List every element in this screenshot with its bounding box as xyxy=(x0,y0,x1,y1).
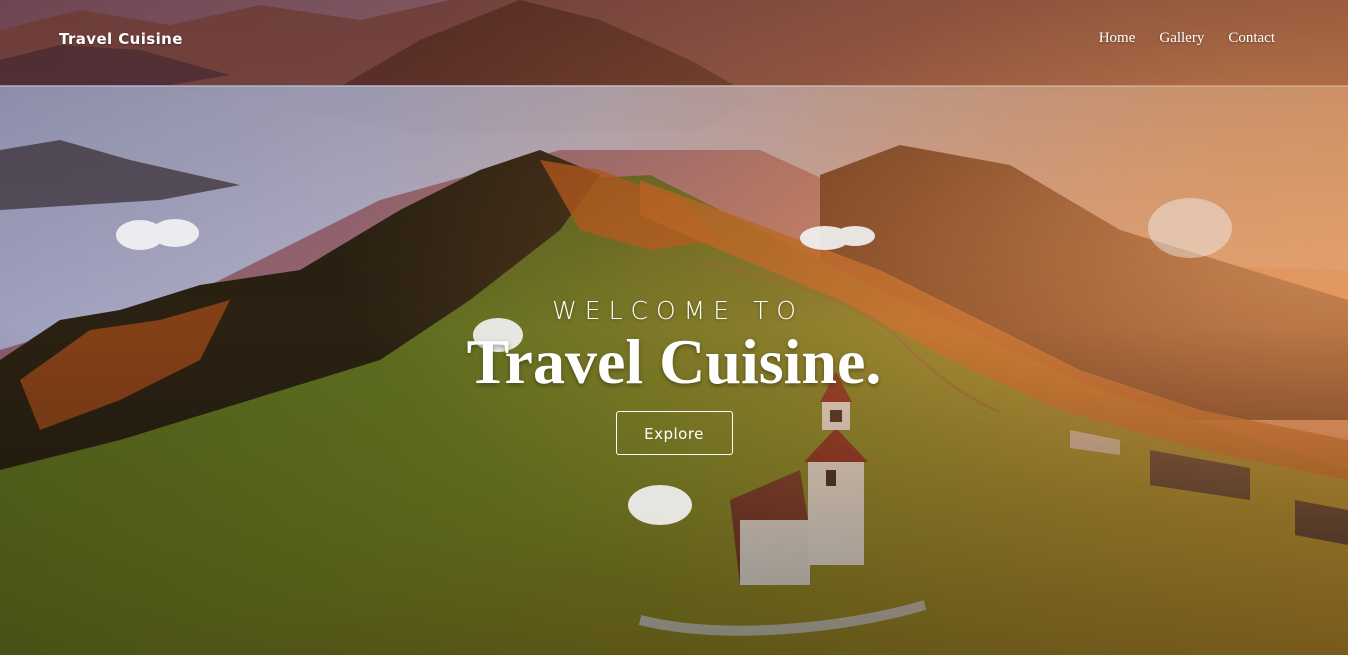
explore-button[interactable]: Explore xyxy=(615,411,733,455)
nav-link-contact[interactable]: Contact xyxy=(1228,30,1275,47)
brand-logo-link[interactable]: Travel Cuisine xyxy=(59,30,183,48)
hero-title: Travel Cuisine. xyxy=(466,326,882,397)
nav-link-home[interactable]: Home xyxy=(1099,30,1136,47)
nav-links: Home Gallery Contact xyxy=(1099,30,1275,47)
hero-welcome-text: WELCOME TO xyxy=(552,296,804,325)
hero-section: WELCOME TO Travel Cuisine. Explore xyxy=(0,290,1348,455)
nav-link-gallery[interactable]: Gallery xyxy=(1159,30,1204,47)
navbar: Travel Cuisine Home Gallery Contact xyxy=(0,0,1348,87)
